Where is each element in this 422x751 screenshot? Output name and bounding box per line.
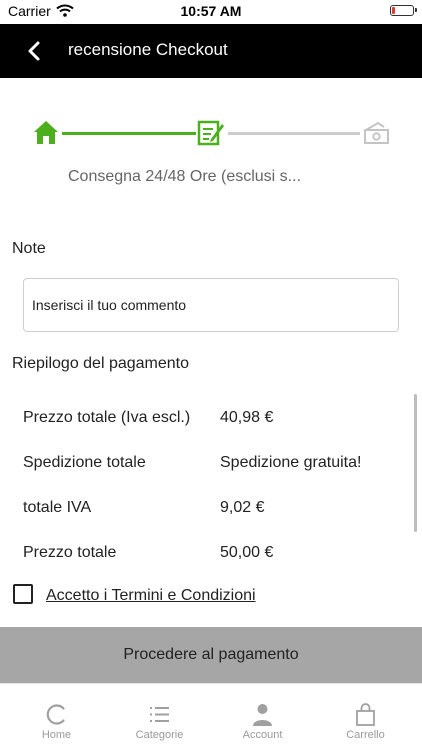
- step-line-complete: [62, 132, 196, 135]
- summary-row: Spedizione totale Spedizione gratuita!: [23, 454, 403, 478]
- checkout-stepper: [0, 118, 422, 158]
- summary-row: totale IVA 9,02 €: [23, 499, 403, 523]
- tab-label: Carrello: [346, 729, 385, 741]
- tab-carrello[interactable]: Carrello: [313, 684, 418, 751]
- summary-value: 40,98 €: [220, 409, 274, 426]
- list-icon: [150, 707, 169, 722]
- comment-input[interactable]: [23, 278, 399, 332]
- tab-categorie[interactable]: Categorie: [107, 684, 212, 751]
- proceed-payment-button[interactable]: Procedere al pagamento: [0, 627, 422, 683]
- terms-link[interactable]: Accetto i Termini e Condizioni: [46, 587, 256, 605]
- page-title: recensione Checkout: [68, 40, 228, 59]
- summary-row: Prezzo totale (Iva escl.) 40,98 €: [23, 409, 403, 433]
- cash-icon: [364, 121, 389, 144]
- person-icon: [253, 704, 272, 726]
- summary-label: Prezzo totale (Iva escl.): [23, 409, 191, 426]
- summary-label: Spedizione totale: [23, 454, 146, 471]
- home-icon: [34, 121, 58, 144]
- tab-label: Categorie: [135, 729, 184, 741]
- summary-row: Prezzo totale 50,00 €: [23, 544, 403, 568]
- step-line-pending: [228, 132, 360, 135]
- payment-summary-title: Riepilogo del pagamento: [12, 355, 190, 372]
- summary-label: totale IVA: [23, 499, 92, 516]
- battery-icon: [390, 5, 417, 16]
- tab-account[interactable]: Account: [210, 684, 315, 751]
- tab-label: Home: [41, 729, 72, 741]
- chevron-left-icon[interactable]: [22, 38, 48, 64]
- tab-home[interactable]: Home: [4, 684, 109, 751]
- note-label: Note: [12, 240, 46, 257]
- summary-value: 9,02 €: [220, 499, 265, 516]
- scrollbar[interactable]: [414, 394, 417, 532]
- status-bar: Carrier 10:57 AM: [0, 0, 422, 24]
- home-c-icon: [46, 704, 65, 725]
- summary-value: Spedizione gratuita!: [220, 454, 362, 471]
- terms-checkbox[interactable]: [13, 584, 33, 604]
- app-header: recensione Checkout: [0, 24, 422, 78]
- edit-note-icon: [197, 120, 224, 146]
- tab-bar: Home Categorie Account Carrello: [0, 683, 422, 751]
- summary-value: 50,00 €: [220, 544, 274, 561]
- clock: 10:57 AM: [180, 3, 242, 19]
- shopping-bag-icon: [356, 703, 375, 726]
- tab-label: Account: [242, 729, 283, 741]
- shipping-method-label: Consegna 24/48 Ore (esclusi s...: [68, 168, 302, 185]
- summary-label: Prezzo totale: [23, 544, 117, 561]
